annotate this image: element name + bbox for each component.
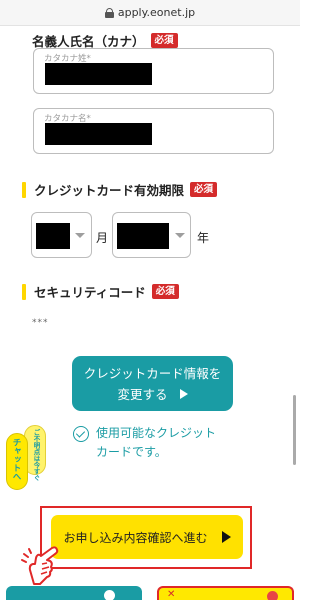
bottom-left-tab[interactable] [6,586,142,600]
proceed-to-confirm-button[interactable]: お申し込み内容確認へ進む [51,515,243,559]
chevron-down-icon [175,233,185,238]
chat-tab-small-label: ご不明点は今すぐ [32,429,40,481]
expiry-label-text: クレジットカード有効期限 [34,183,185,198]
lock-icon [104,7,114,18]
required-badge: 必須 [150,33,178,48]
chat-tab-button[interactable]: ご不明点は今すぐ チャットへ [3,425,51,493]
card-valid-note-line2: カードです。 [96,445,167,459]
chevron-down-icon [75,233,85,238]
year-unit: 年 [197,231,210,245]
section-marker [22,181,26,198]
check-circle-icon [73,426,89,442]
card-valid-note: 使用可能なクレジット カードです。 [73,424,216,462]
redacted-value [117,223,169,249]
scrollbar-thumb[interactable] [293,395,296,465]
bottom-right-tab[interactable]: ✕ [157,586,294,600]
pointing-hand-icon [21,546,59,585]
play-arrow-icon [179,389,188,399]
expiry-year-select[interactable] [112,212,191,258]
section-marker [22,283,26,300]
redacted-value [36,223,70,249]
change-card-button[interactable]: クレジットカード情報を 変更する [72,356,233,411]
change-card-button-line1: クレジットカード情報を [83,365,222,381]
chat-tab-label: チャットへ [11,438,21,481]
card-valid-note-line1: 使用可能なクレジット [96,426,217,440]
security-code-value: *** [32,318,49,328]
required-badge: 必須 [190,182,218,197]
redacted-value [45,123,152,145]
security-code-label-text: セキュリティコード [34,285,146,300]
security-code-label: セキュリティコード 必須 [22,282,179,301]
browser-url-bar[interactable]: apply.eonet.jp [0,0,300,26]
expiry-month-select[interactable] [31,212,92,258]
badge-dot [104,590,115,600]
first-name-kana-input[interactable]: カタカナ名* [33,108,274,154]
required-badge: 必須 [151,284,179,299]
badge-dot [267,591,278,600]
bottom-tab-bar: ✕ [0,582,300,600]
month-unit: 月 [96,231,109,245]
url-text: apply.eonet.jp [117,6,196,19]
change-card-button-line2-row: 変更する [117,384,188,405]
last-name-kana-input[interactable]: カタカナ姓* [33,48,274,94]
redacted-value [45,63,152,85]
proceed-button-label: お申し込み内容確認へ進む [63,530,208,545]
play-arrow-icon [221,531,231,543]
close-icon: ✕ [167,589,176,600]
expiry-label: クレジットカード有効期限 必須 [22,180,218,199]
change-card-button-line2: 変更する [117,386,168,402]
